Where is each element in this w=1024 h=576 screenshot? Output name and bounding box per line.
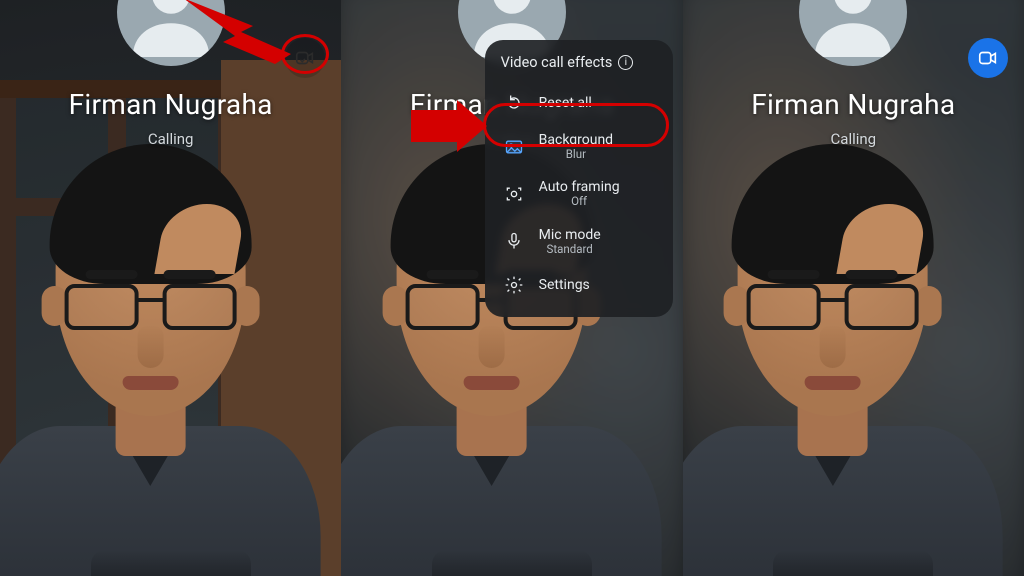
- video-effects-button-active[interactable]: [968, 38, 1008, 78]
- settings-icon: [503, 274, 525, 296]
- nav-hint: [432, 550, 592, 576]
- call-status: Calling: [683, 130, 1024, 148]
- contact-name: Firman Nugraha: [683, 88, 1024, 121]
- popup-item-sub: Off: [539, 195, 620, 208]
- info-icon[interactable]: i: [618, 55, 633, 70]
- popup-item-label: Settings: [539, 277, 590, 293]
- mic-icon: [503, 230, 525, 252]
- annotation-arrow: [183, 0, 293, 68]
- popup-item-settings[interactable]: Settings: [501, 265, 657, 305]
- nav-hint: [773, 550, 933, 576]
- popup-item-autoframing[interactable]: Auto framing Off: [501, 170, 657, 217]
- panel-step-2: Firman Nugraha Calling Video call effect…: [341, 0, 682, 576]
- panel-step-1: Firman Nugraha Calling: [0, 0, 341, 576]
- popup-item-micmode[interactable]: Mic mode Standard: [501, 218, 657, 265]
- panel-step-3: Firman Nugraha Calling: [683, 0, 1024, 576]
- annotation-arrow: [411, 100, 487, 152]
- call-status: Calling: [0, 130, 341, 148]
- contact-name: Firman Nugraha: [0, 88, 341, 121]
- popup-title: Video call effects: [501, 54, 613, 71]
- popup-item-label: Mic mode: [539, 227, 601, 243]
- annotation-circle: [281, 34, 329, 74]
- tutorial-triptych: Firman Nugraha Calling: [0, 0, 1024, 576]
- contact-avatar: [799, 0, 907, 66]
- video-effects-icon: [977, 47, 999, 69]
- popup-item-sub: Blur: [539, 148, 613, 161]
- autoframe-icon: [503, 183, 525, 205]
- video-effects-popup: Video call effects i Reset all Backgroun…: [485, 40, 673, 317]
- popup-item-sub: Standard: [539, 243, 601, 256]
- popup-item-label: Auto framing: [539, 179, 620, 195]
- annotation-circle: [483, 103, 669, 147]
- nav-hint: [91, 550, 251, 576]
